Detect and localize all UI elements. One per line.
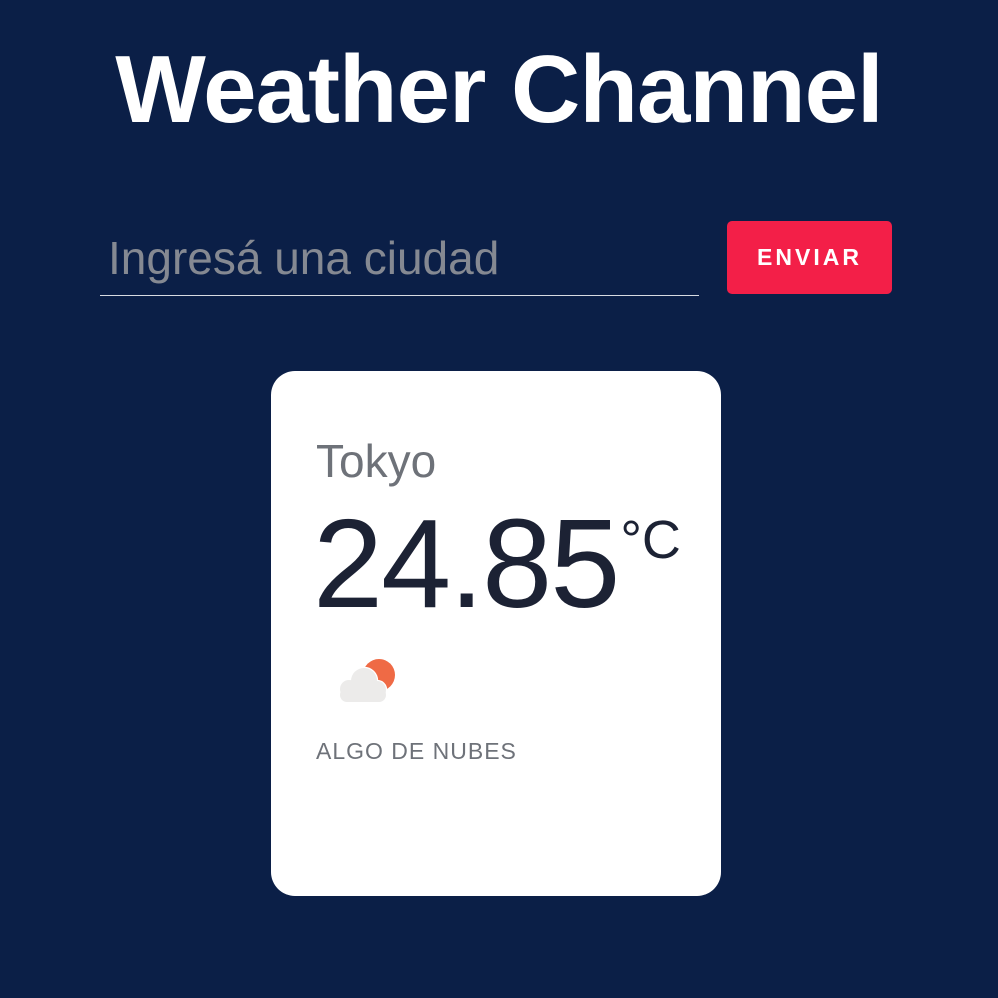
app-title: Weather Channel [115,36,883,143]
submit-button[interactable]: ENVIAR [727,221,892,294]
temperature-display: 24.85°C [313,501,681,627]
partly-cloudy-icon [338,659,395,704]
city-input[interactable] [100,220,699,296]
weather-card: Tokyo 24.85°C ALGO DE NUBES [271,371,721,896]
city-name: Tokyo [316,435,437,487]
temperature-value: 24.85 [313,493,620,634]
search-form: ENVIAR [100,220,892,300]
weather-description: ALGO DE NUBES [316,738,517,764]
temperature-unit: °C [620,510,681,570]
